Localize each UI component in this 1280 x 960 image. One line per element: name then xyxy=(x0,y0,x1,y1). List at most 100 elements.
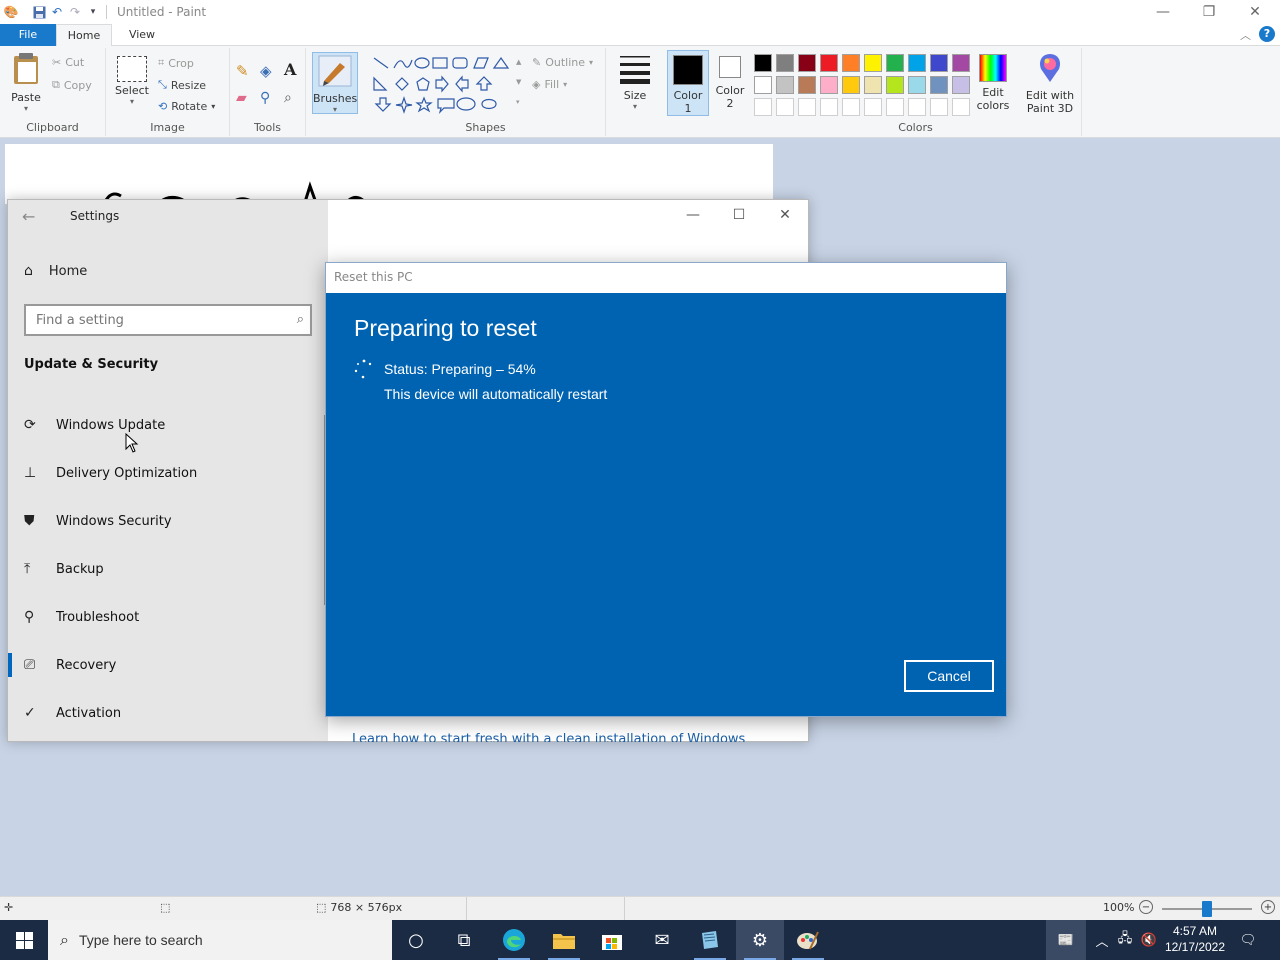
pencil-icon[interactable]: ✎ xyxy=(236,62,249,80)
edit-colors-button[interactable]: Edit colors xyxy=(972,54,1014,112)
find-setting-input[interactable] xyxy=(26,306,276,334)
palette-swatch[interactable] xyxy=(908,76,926,94)
palette-swatch[interactable] xyxy=(952,76,970,94)
palette-swatch[interactable] xyxy=(820,54,838,72)
paste-button[interactable]: Paste ▾ xyxy=(6,52,46,113)
sidebar-item-windows-security[interactable]: ⛊ Windows Security xyxy=(8,501,328,541)
notepad-icon[interactable] xyxy=(686,920,734,960)
shapes-scroll-down-icon[interactable]: ▼ xyxy=(516,78,521,86)
palette-swatch[interactable] xyxy=(754,76,772,94)
magnifier-icon[interactable]: ⌕ xyxy=(284,90,292,106)
sidebar-item-backup[interactable]: ⤒ Backup xyxy=(8,549,328,589)
sidebar-item-windows-update[interactable]: ⟳ Windows Update xyxy=(8,405,328,445)
settings-close-button[interactable]: ✕ xyxy=(762,204,808,226)
task-view-icon[interactable]: ⧉ xyxy=(440,920,488,960)
palette-swatch[interactable] xyxy=(776,76,794,94)
custom-color-slot[interactable] xyxy=(842,98,860,116)
palette-swatch[interactable] xyxy=(864,54,882,72)
help-icon[interactable]: ? xyxy=(1259,26,1275,42)
palette-swatch[interactable] xyxy=(842,76,860,94)
palette-swatch[interactable] xyxy=(930,76,948,94)
palette-swatch[interactable] xyxy=(930,54,948,72)
cortana-icon[interactable]: ○ xyxy=(392,920,440,960)
restore-button[interactable]: ❐ xyxy=(1186,0,1232,24)
palette-swatch[interactable] xyxy=(908,54,926,72)
sidebar-item-delivery-optimization[interactable]: ⊥ Delivery Optimization xyxy=(8,453,328,493)
edge-icon[interactable] xyxy=(490,920,538,960)
customize-quick-access-icon[interactable]: ▾ xyxy=(86,5,100,19)
size-button[interactable]: Size ▾ xyxy=(612,52,658,111)
start-button[interactable] xyxy=(0,920,48,960)
notifications-icon[interactable]: 🗨 xyxy=(1236,920,1260,960)
network-icon[interactable]: 🖧 xyxy=(1114,920,1136,960)
microsoft-store-icon[interactable] xyxy=(588,920,636,960)
custom-color-slot[interactable] xyxy=(864,98,882,116)
settings-minimize-button[interactable]: — xyxy=(670,204,716,226)
outline-button[interactable]: ✎ Outline ▾ xyxy=(532,56,593,69)
palette-swatch[interactable] xyxy=(754,54,772,72)
minimize-button[interactable]: — xyxy=(1140,0,1186,24)
collapse-ribbon-icon[interactable]: ︿ xyxy=(1240,27,1251,43)
cut-button[interactable]: ✂ Cut xyxy=(52,56,84,69)
custom-color-slot[interactable] xyxy=(952,98,970,116)
palette-swatch[interactable] xyxy=(952,54,970,72)
settings-home-link[interactable]: ⌂ Home xyxy=(24,263,87,279)
back-arrow-icon[interactable]: ← xyxy=(22,207,35,226)
zoom-out-icon[interactable]: − xyxy=(1139,900,1153,914)
file-explorer-icon[interactable] xyxy=(540,920,588,960)
custom-color-slot[interactable] xyxy=(886,98,904,116)
palette-swatch[interactable] xyxy=(842,54,860,72)
color-picker-icon[interactable]: ⚲ xyxy=(260,90,270,106)
zoom-slider[interactable] xyxy=(1162,901,1252,917)
shapes-scroll-up-icon[interactable]: ▲ xyxy=(516,58,521,66)
mail-icon[interactable]: ✉ xyxy=(638,920,686,960)
zoom-in-icon[interactable]: + xyxy=(1261,900,1275,914)
edit-with-paint3d-button[interactable]: Edit with Paint 3D xyxy=(1022,52,1078,115)
brushes-button[interactable]: Brushes ▾ xyxy=(312,52,358,114)
zoom-slider-thumb[interactable] xyxy=(1202,901,1212,917)
taskbar-clock[interactable]: 4:57 AM 12/17/2022 xyxy=(1160,923,1230,955)
tab-file[interactable]: File xyxy=(0,24,56,46)
news-widget-icon[interactable]: 📰 xyxy=(1046,920,1086,960)
palette-swatch[interactable] xyxy=(798,54,816,72)
paint-app-icon[interactable]: 🎨 xyxy=(4,5,19,19)
select-button[interactable]: Select ▾ xyxy=(112,56,152,106)
custom-color-slot[interactable] xyxy=(930,98,948,116)
palette-swatch[interactable] xyxy=(776,54,794,72)
crop-button[interactable]: ⌗ Crop xyxy=(158,56,194,70)
custom-color-slot[interactable] xyxy=(776,98,794,116)
redo-icon[interactable]: ↷ xyxy=(68,5,82,19)
volume-muted-icon[interactable]: 🔇 xyxy=(1138,920,1160,960)
settings-gear-icon[interactable]: ⚙ xyxy=(736,920,784,960)
eraser-icon[interactable]: ▰ xyxy=(236,90,247,106)
drawing-canvas[interactable] xyxy=(5,144,773,204)
shapes-expand-icon[interactable]: ▾ xyxy=(516,98,520,106)
tab-home[interactable]: Home xyxy=(56,24,112,47)
cancel-button[interactable]: Cancel xyxy=(904,660,994,692)
palette-swatch[interactable] xyxy=(820,76,838,94)
settings-maximize-button[interactable]: ☐ xyxy=(716,204,762,226)
color2-button[interactable]: Color 2 xyxy=(712,56,748,110)
taskbar-search-box[interactable]: ⌕ Type here to search xyxy=(48,920,392,960)
custom-color-slot[interactable] xyxy=(908,98,926,116)
palette-swatch[interactable] xyxy=(886,76,904,94)
paint-taskbar-icon[interactable] xyxy=(784,920,832,960)
text-tool-icon[interactable]: A xyxy=(284,60,296,79)
shapes-gallery[interactable] xyxy=(370,54,520,114)
palette-swatch[interactable] xyxy=(798,76,816,94)
clean-install-link[interactable]: Learn how to start fresh with a clean in… xyxy=(352,732,772,742)
copy-button[interactable]: ⧉ Copy xyxy=(52,78,92,92)
custom-color-slot[interactable] xyxy=(798,98,816,116)
color1-button[interactable]: Color 1 xyxy=(667,50,709,116)
custom-color-slot[interactable] xyxy=(820,98,838,116)
tab-view[interactable]: View xyxy=(116,24,168,46)
sidebar-item-troubleshoot[interactable]: ⚲ Troubleshoot xyxy=(8,597,328,637)
close-button[interactable]: ✕ xyxy=(1232,0,1278,24)
custom-color-slot[interactable] xyxy=(754,98,772,116)
show-hidden-icons-icon[interactable]: ︿ xyxy=(1092,920,1112,960)
rotate-button[interactable]: ⟲ Rotate ▾ xyxy=(158,100,215,113)
search-icon[interactable]: ⌕ xyxy=(297,312,304,327)
undo-icon[interactable]: ↶ xyxy=(50,5,64,19)
sidebar-item-recovery[interactable]: ⎚ Recovery xyxy=(8,645,328,685)
resize-button[interactable]: ⤡ Resize xyxy=(158,78,206,92)
